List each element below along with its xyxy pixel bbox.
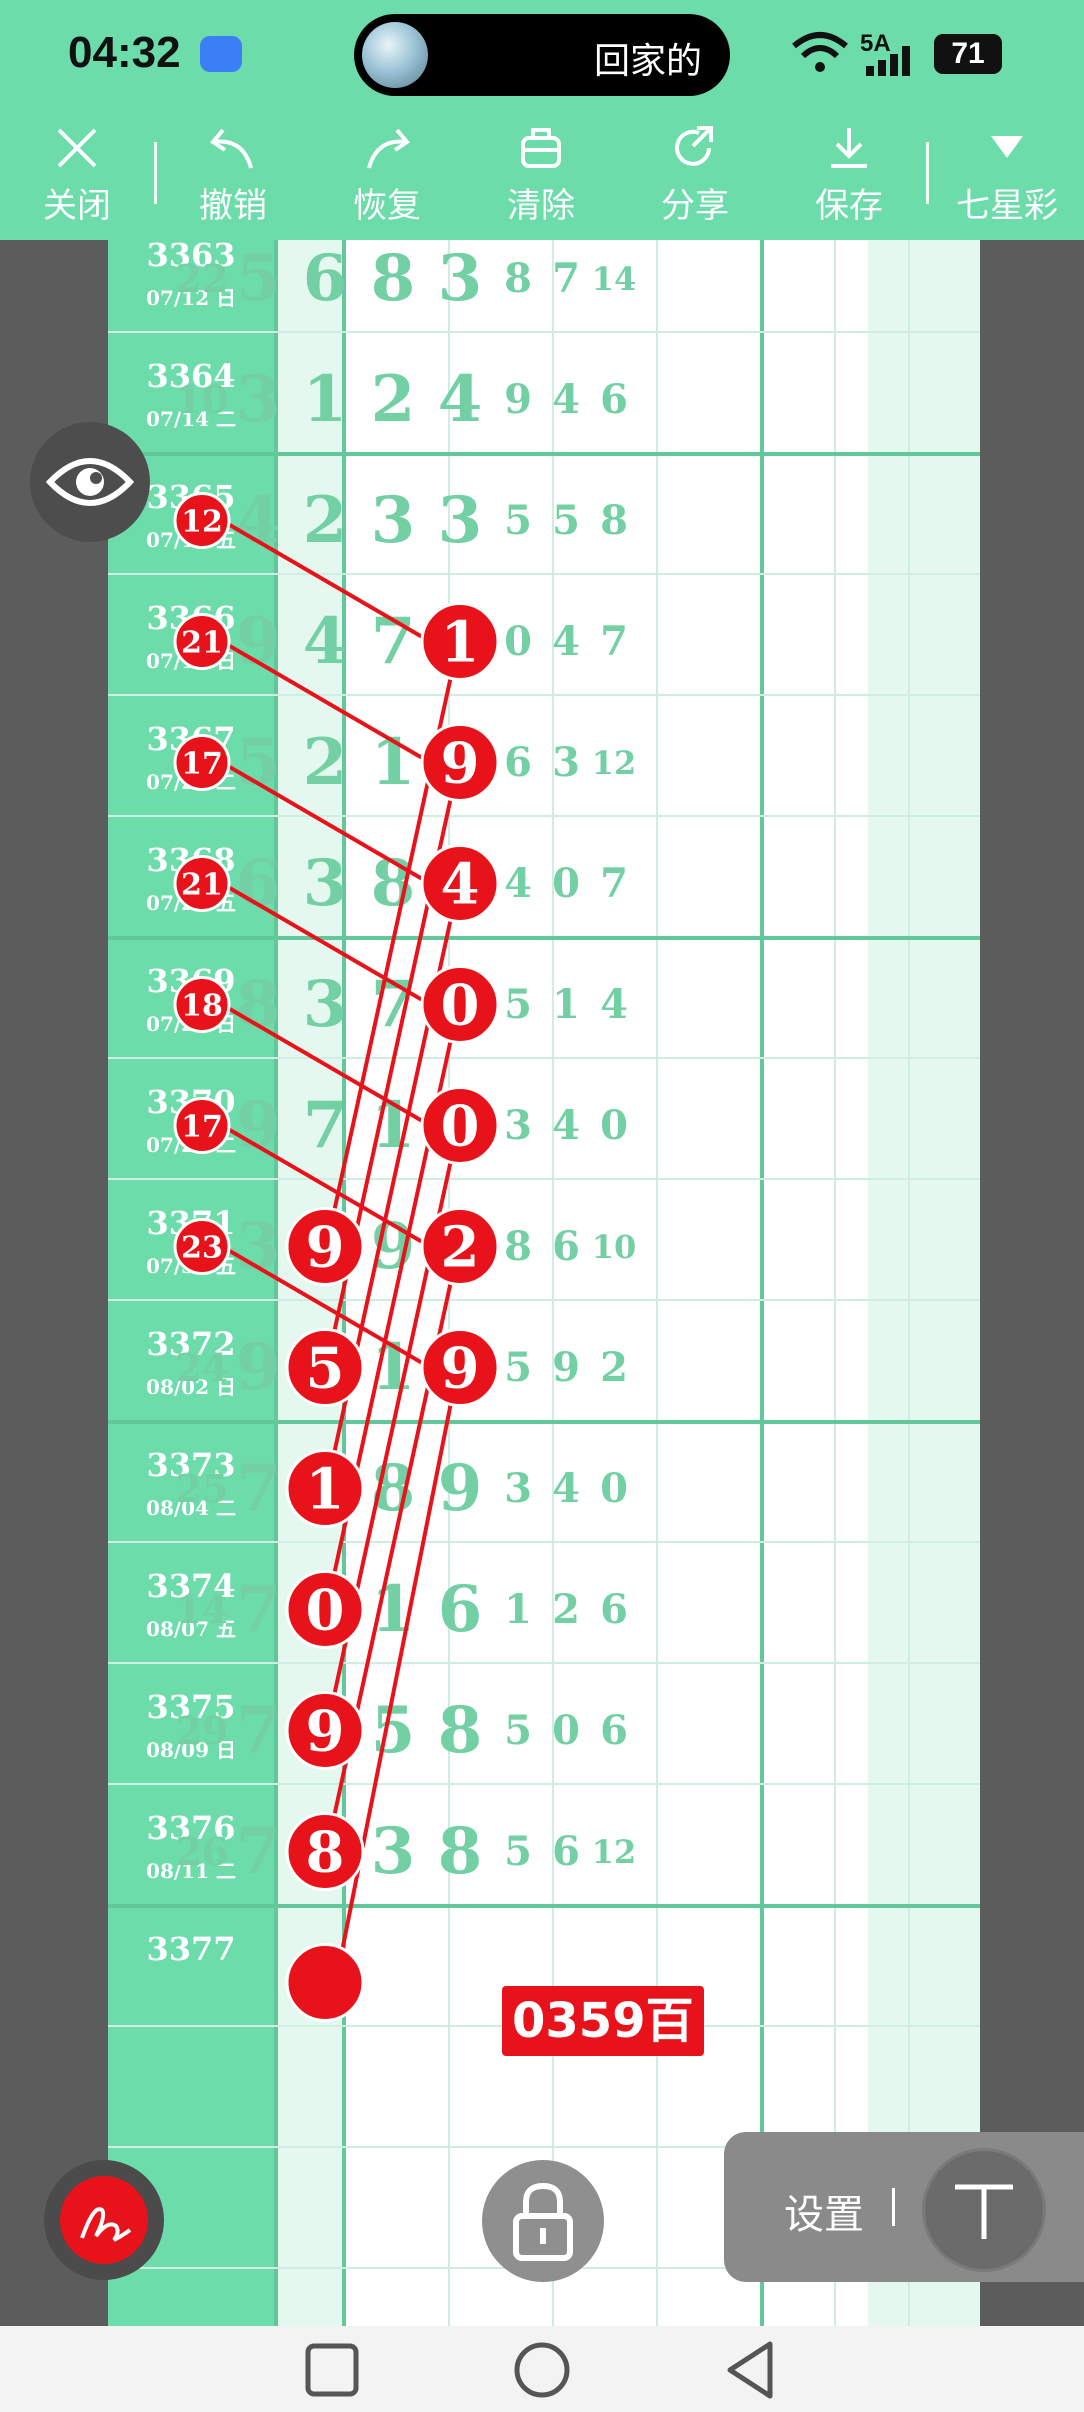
side-cell: 8 [600, 497, 628, 544]
toolbar: 关闭 撤销 恢复 清除 分享 保存 七星彩 [0, 110, 1084, 240]
text-tool-icon [955, 2184, 1013, 2239]
grid-row-line [108, 694, 980, 696]
dropdown-triangle-icon [991, 136, 1023, 158]
signature-icon [80, 2207, 132, 2242]
grid-column-line [908, 240, 910, 2326]
settings-panel: 设置 [724, 2132, 1084, 2282]
side-cell: 6 [600, 1707, 628, 1754]
redo-button[interactable]: 恢复 [332, 122, 442, 227]
grid-row-line [108, 1057, 980, 1059]
lottery-type-label: 七星彩 [956, 186, 1058, 226]
side-cell: 7 [600, 860, 628, 907]
grid-row-line [108, 573, 980, 575]
clear-button[interactable]: 清除 [486, 122, 596, 227]
dynamic-island[interactable]: 回家的 [354, 14, 730, 96]
recent-apps-icon[interactable] [304, 2342, 360, 2398]
clock: 04:32 [68, 28, 181, 77]
grid-row-line [108, 1904, 980, 1908]
download-icon [831, 128, 867, 168]
media-thumbnail [362, 22, 428, 88]
pen-tool-button[interactable] [44, 2160, 164, 2280]
battery-indicator: 71 [934, 34, 1002, 74]
save-label: 保存 [815, 186, 883, 226]
eye-icon [45, 458, 135, 506]
share-icon [675, 126, 713, 166]
grid-row-line [108, 936, 980, 940]
grid-row-line [108, 1178, 980, 1180]
toolbar-divider [926, 142, 929, 204]
grid-row-line [108, 1420, 980, 1424]
grid-row-line [108, 452, 980, 456]
side-cell: 14 [591, 259, 637, 298]
grid-row-line [108, 1662, 980, 1664]
grid-row-line [108, 331, 980, 333]
signal-icon [866, 46, 910, 76]
share-button[interactable]: 分享 [640, 122, 750, 227]
clear-icon [521, 128, 561, 168]
close-icon [57, 128, 97, 168]
side-cell: 2 [600, 1344, 628, 1391]
save-button[interactable]: 保存 [794, 122, 904, 227]
wifi-icon [792, 32, 848, 72]
side-cell: 6 [600, 1586, 628, 1633]
grid-row-line [108, 1541, 980, 1543]
lock-button[interactable] [482, 2160, 604, 2282]
share-label: 分享 [661, 186, 729, 226]
result-label: 0359百 [502, 1986, 704, 2056]
back-icon[interactable] [722, 2340, 778, 2400]
visibility-toggle-button[interactable] [30, 422, 150, 542]
undo-label: 撤销 [199, 186, 267, 226]
lottery-type-selector[interactable]: 七星彩 [950, 122, 1064, 227]
grid-row-line [108, 815, 980, 817]
grid-column-line [760, 240, 764, 2326]
lottery-trend-chart[interactable]: 3363 07/12 日 22 5 6 8 3 8 7 14 3364 07/14 二 10 3 1 2 4 9 4… [108, 240, 980, 2326]
clear-label: 清除 [507, 186, 575, 226]
message-notification-icon [200, 36, 242, 72]
status-bar: 04:32 回家的 5A 71 [0, 0, 1084, 110]
side-cell: 7 [600, 618, 628, 665]
side-cell: 4 [600, 981, 628, 1028]
grid-column-line [834, 240, 836, 2326]
settings-button[interactable]: 设置 [784, 2182, 864, 2240]
side-cell: 12 [591, 743, 637, 782]
toolbar-divider [154, 142, 157, 204]
grid-row-line [108, 1299, 980, 1301]
side-cell: 6 [600, 376, 628, 423]
navigation-bar [0, 2326, 1084, 2412]
close-button[interactable]: 关闭 [22, 122, 132, 227]
home-icon[interactable] [512, 2340, 572, 2400]
island-song-title: 回家的 [594, 41, 703, 82]
grid-row-line [108, 1783, 980, 1785]
undo-icon [210, 128, 253, 169]
settings-divider [892, 2188, 895, 2226]
lock-icon [513, 2182, 573, 2261]
redo-label: 恢复 [353, 186, 421, 226]
undo-button[interactable]: 撤销 [178, 122, 288, 227]
side-cell: 10 [591, 1227, 637, 1266]
redo-icon [367, 128, 410, 169]
side-cell: 0 [600, 1102, 628, 1149]
pen-color-swatch [60, 2176, 148, 2264]
text-tool-button[interactable] [922, 2148, 1046, 2272]
side-cell: 0 [600, 1465, 628, 1512]
side-cell: 12 [591, 1832, 637, 1871]
close-label: 关闭 [43, 186, 111, 226]
